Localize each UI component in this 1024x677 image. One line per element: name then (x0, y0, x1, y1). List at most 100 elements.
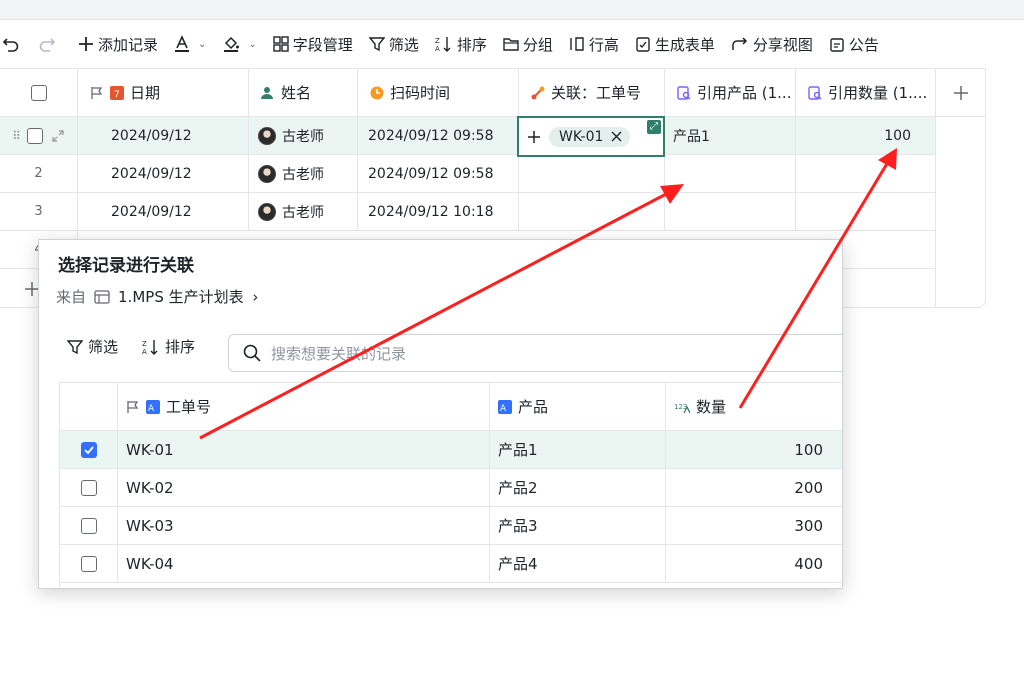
cell-scan-time[interactable]: 2024/09/12 09:58 (358, 155, 519, 193)
paint-bucket-icon (224, 36, 240, 52)
filter-button[interactable]: 筛选 (368, 20, 419, 68)
source-from-label: 来自 (56, 288, 87, 306)
dialog-sort-button[interactable]: ZA 排序 (142, 336, 195, 357)
svg-text:A: A (500, 404, 507, 414)
share-icon (732, 37, 747, 50)
source-table-name: 1.MPS 生产计划表 (118, 288, 244, 306)
dialog-cell-product-text: 产品1 (498, 441, 538, 459)
row-checkbox[interactable] (80, 555, 97, 572)
header-scan-time[interactable]: 扫码时间 (358, 69, 519, 117)
share-view-button[interactable]: 分享视图 (731, 20, 813, 68)
row-checkbox[interactable] (80, 517, 97, 534)
cell-date[interactable]: 2024/09/12 (78, 117, 249, 155)
header-name[interactable]: 姓名 (249, 69, 358, 117)
dialog-header-order-no[interactable]: A 工单号 (118, 383, 490, 431)
dialog-cell-order-no[interactable]: WK-02 (118, 469, 490, 507)
drag-handle-icon[interactable]: ⠿ (12, 129, 21, 143)
expand-record-icon[interactable] (51, 129, 65, 143)
dialog-cell-order-no[interactable]: WK-01 (118, 431, 490, 469)
checkbox-checked[interactable] (80, 441, 97, 458)
redo-button[interactable] (38, 20, 56, 68)
undo-button[interactable] (2, 20, 20, 68)
dialog-cell-product[interactable]: 产品2 (490, 469, 666, 507)
cell-ref-product[interactable]: 产品1 (665, 117, 796, 155)
dialog-cell-product-text: 产品4 (498, 555, 538, 573)
group-label: 分组 (522, 35, 553, 54)
cell-name-text: 古老师 (282, 128, 324, 145)
add-link-icon[interactable] (527, 130, 541, 144)
dialog-cell-order-no[interactable]: WK-04 (118, 545, 490, 583)
expand-icon[interactable]: ⤢ (647, 120, 661, 134)
dialog-title: 选择记录进行关联 (58, 256, 194, 276)
dialog-row-checkbox-cell[interactable] (60, 469, 118, 507)
search-input[interactable]: 搜索想要关联的记录 (228, 334, 842, 372)
linked-record-tag[interactable]: WK-01 (549, 126, 631, 147)
table-row-1-select[interactable]: ⠿ (0, 117, 78, 155)
dialog-cell-qty[interactable]: 400 (666, 545, 842, 583)
header-select-all[interactable] (0, 69, 78, 117)
select-all-checkbox[interactable] (30, 84, 47, 101)
row-number: 3 (0, 193, 78, 231)
dialog-header-check (60, 383, 118, 431)
field-manage-label: 字段管理 (292, 35, 353, 54)
header-link[interactable]: 关联：工单号 (519, 69, 665, 117)
field-manage-button[interactable]: 字段管理 (273, 20, 353, 68)
row-height-button[interactable]: 行高 (569, 20, 619, 68)
row-checkbox[interactable] (26, 127, 43, 144)
cell-ref-qty[interactable] (796, 155, 936, 193)
cell-ref-qty[interactable] (796, 193, 936, 231)
header-ref-qty[interactable]: 引用数量 (1.... (796, 69, 936, 117)
dialog-row-checkbox-cell[interactable] (60, 431, 118, 469)
cell-ref-product-text: 产品1 (673, 128, 710, 145)
sort-button[interactable]: ZA 排序 (435, 20, 487, 68)
dialog-cell-qty[interactable]: 300 (666, 507, 842, 545)
generate-form-label: 生成表单 (654, 35, 715, 54)
dialog-cell-order-no[interactable]: WK-03 (118, 507, 490, 545)
formula-field-icon: A (146, 399, 160, 414)
cell-name[interactable]: 古老师 (249, 193, 358, 231)
dialog-cell-order-no-text: WK-02 (126, 478, 174, 497)
dialog-cell-qty[interactable]: 200 (666, 469, 842, 507)
cell-scan-time[interactable]: 2024/09/12 09:58 (358, 117, 519, 155)
cell-ref-product[interactable] (665, 193, 796, 231)
search-icon (243, 344, 261, 362)
fill-color-button[interactable]: ⌄ (222, 20, 257, 68)
svg-text:A: A (435, 45, 440, 52)
close-icon[interactable] (611, 131, 622, 142)
dialog-filter-button[interactable]: 筛选 (67, 336, 118, 357)
cell-scan-time-text: 2024/09/12 09:58 (368, 127, 494, 144)
cell-date[interactable]: 2024/09/12 (78, 155, 249, 193)
dialog-cell-product[interactable]: 产品1 (490, 431, 666, 469)
cell-link[interactable] (519, 155, 665, 193)
cell-link[interactable] (519, 193, 665, 231)
svg-text:A: A (148, 404, 155, 414)
public-button[interactable]: 公告 (829, 20, 879, 68)
folder-icon (503, 38, 519, 51)
header-ref-product[interactable]: 引用产品 (1... (665, 69, 796, 117)
dialog-cell-product[interactable]: 产品4 (490, 545, 666, 583)
dialog-cell-product[interactable]: 产品3 (490, 507, 666, 545)
dialog-row-checkbox-cell[interactable] (60, 545, 118, 583)
cell-name[interactable]: 古老师 (249, 117, 358, 155)
header-date[interactable]: 7 日期 (78, 69, 249, 117)
add-field-button[interactable] (936, 69, 986, 117)
dialog-row-checkbox-cell[interactable] (60, 507, 118, 545)
generate-form-button[interactable]: 生成表单 (635, 20, 715, 68)
source-table-link[interactable]: 1.MPS 生产计划表 › (118, 286, 258, 307)
text-color-button[interactable]: ⌄ (174, 20, 206, 68)
cell-date[interactable]: 2024/09/12 (78, 193, 249, 231)
cell-name[interactable]: 古老师 (249, 155, 358, 193)
lookup-field-icon (677, 85, 691, 100)
link-cell-editor[interactable]: WK-01 ⤢ (517, 116, 665, 157)
dialog-header-product[interactable]: A 产品 (490, 383, 666, 431)
dialog-cell-qty[interactable]: 100 (666, 431, 842, 469)
dialog-header-qty[interactable]: 123 数量 (666, 383, 842, 431)
cell-ref-product[interactable] (665, 155, 796, 193)
cell-ref-qty[interactable]: 100 (796, 117, 936, 155)
row-checkbox[interactable] (80, 479, 97, 496)
add-record-button[interactable]: 添加记录 (78, 20, 158, 68)
sort-label: 排序 (456, 35, 487, 54)
cell-scan-time[interactable]: 2024/09/12 10:18 (358, 193, 519, 231)
dialog-cell-qty-text: 300 (794, 516, 823, 535)
group-button[interactable]: 分组 (503, 20, 553, 68)
